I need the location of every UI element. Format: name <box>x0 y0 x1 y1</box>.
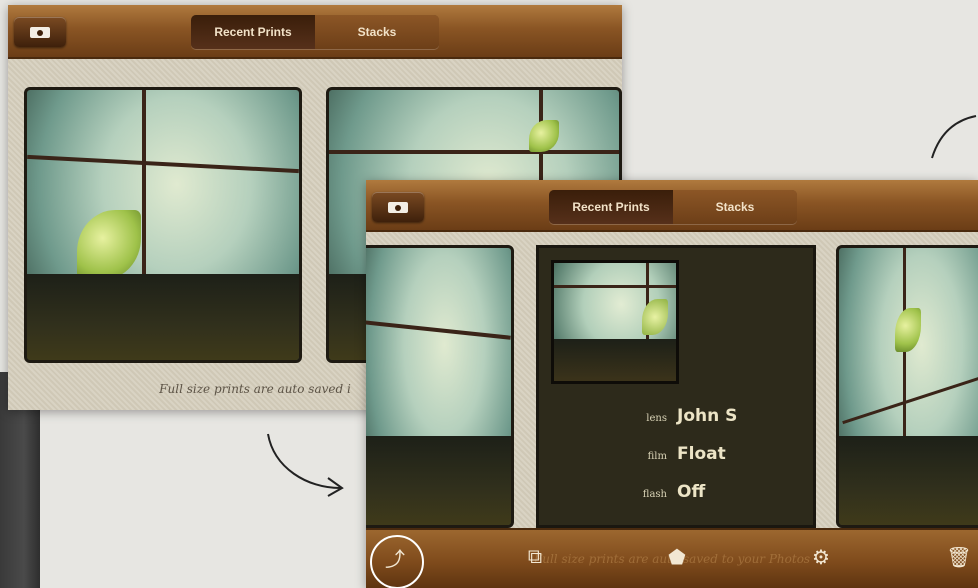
print-thumbnail <box>551 260 679 384</box>
camera-icon <box>388 202 408 213</box>
stack-add-icon[interactable]: ⧉ <box>520 545 550 569</box>
print-photo[interactable] <box>836 245 978 528</box>
film-value: Float <box>677 444 726 464</box>
camera-icon <box>30 27 50 38</box>
flash-label: flash <box>642 489 667 500</box>
camera-settings-icon[interactable]: ⚙ <box>806 545 836 569</box>
flash-value: Off <box>677 482 706 502</box>
print-photo[interactable] <box>366 245 514 528</box>
view-segmented-control: Recent Prints Stacks <box>549 190 797 224</box>
share-icon[interactable]: ⤴ <box>380 545 410 571</box>
tab-recent-prints[interactable]: Recent Prints <box>191 15 315 49</box>
info-row-film: film Float <box>539 444 813 464</box>
top-toolbar: Recent Prints Stacks <box>8 5 622 59</box>
annotation-arrow-icon <box>267 433 344 497</box>
info-row-flash: flash Off <box>539 482 813 502</box>
print-info-card[interactable]: lens John S film Float flash Off <box>536 245 816 528</box>
trash-icon[interactable]: 🗑 <box>944 545 974 569</box>
camera-button[interactable] <box>14 17 66 47</box>
bottom-toolbar: Full size prints are auto saved to your … <box>366 528 978 588</box>
print-photo[interactable] <box>24 87 302 363</box>
annotation-curve-icon <box>931 115 977 159</box>
shield-icon[interactable]: ⬟ <box>662 545 692 569</box>
view-segmented-control: Recent Prints Stacks <box>191 15 439 49</box>
tab-stacks[interactable]: Stacks <box>315 15 439 49</box>
tab-recent-prints[interactable]: Recent Prints <box>549 190 673 224</box>
lens-value: John S <box>677 406 738 426</box>
front-app-screen: Recent Prints Stacks lens John S film Fl… <box>366 180 978 588</box>
info-row-lens: lens John S <box>539 406 813 426</box>
tab-stacks[interactable]: Stacks <box>673 190 797 224</box>
camera-button[interactable] <box>372 192 424 222</box>
top-toolbar: Recent Prints Stacks <box>366 180 978 232</box>
lens-label: lens <box>646 413 667 424</box>
film-label: film <box>647 451 667 462</box>
